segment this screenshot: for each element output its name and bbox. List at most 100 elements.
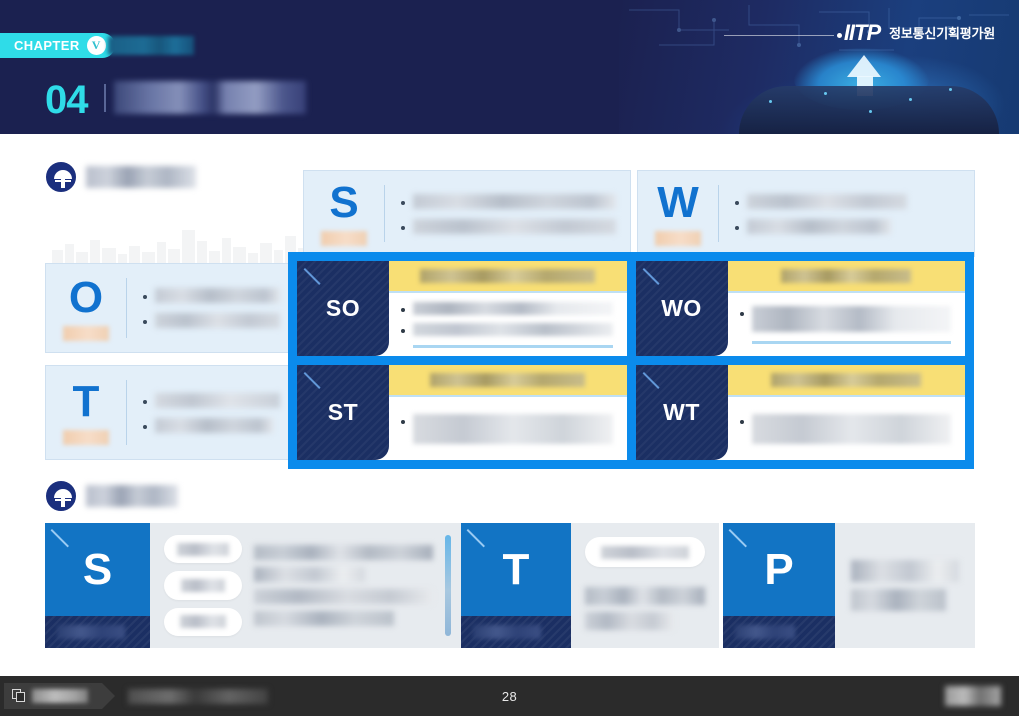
stp-text-line (254, 545, 433, 560)
strategy-title-bar (727, 261, 965, 291)
strategy-content (727, 395, 965, 460)
swot-letter: S (329, 178, 359, 227)
bullet-text (155, 392, 280, 408)
bullet-dot-icon (401, 307, 405, 312)
strategy-card-body (727, 365, 965, 460)
strategy-code-wo: WO (635, 261, 728, 356)
strategy-underline (751, 340, 951, 344)
stp-letter-col: P (723, 523, 835, 648)
strategy-title (430, 373, 586, 387)
bullet-item (739, 413, 951, 444)
stp-letter-col: S (45, 523, 150, 648)
swot-letter: O (68, 272, 104, 322)
upload-arrow-icon (847, 55, 881, 77)
stp-chip[interactable] (164, 571, 242, 600)
bullet-text (747, 193, 907, 209)
bullet-dot-icon (401, 225, 405, 230)
bullet-dot-icon (401, 200, 405, 205)
swot-letter: W (657, 178, 699, 227)
bullet-item (143, 392, 280, 408)
stp-footer (723, 616, 835, 648)
bullet-text (751, 305, 951, 332)
swot-label-chip (63, 430, 109, 445)
bullet-text (413, 301, 613, 315)
stp-scrollbar[interactable] (445, 535, 451, 636)
bullet-item (735, 218, 960, 234)
bullet-item (739, 305, 951, 332)
header-decorative-artwork (619, 0, 1019, 134)
swot-body (385, 171, 630, 256)
stp-body (571, 523, 719, 648)
bullet-text (413, 218, 616, 234)
swot-label-chip (63, 325, 109, 341)
page-number: 28 (501, 688, 518, 704)
stp-letter: S (45, 523, 150, 616)
slide-header: IITP 정보통신기획평가원 CHAPTER V 04 (0, 0, 1019, 134)
stp-text-line (254, 611, 394, 626)
stp-footer (461, 616, 571, 648)
bullet-dot-icon (735, 200, 739, 205)
stp-text-line (254, 589, 433, 604)
strategy-title (781, 269, 912, 283)
bullet-item (401, 413, 613, 444)
logo-divider-rule (724, 33, 842, 38)
strategy-code-wt: WT (635, 365, 728, 460)
stp-chip-label (601, 545, 689, 559)
strategy-card-st: ST (297, 365, 627, 460)
swot-heading-text (86, 166, 196, 188)
bullet-item (143, 313, 280, 328)
swot-letter-col: O (46, 264, 126, 352)
strategy-card-body (389, 365, 627, 460)
bullet-dot-icon (401, 419, 405, 424)
bullet-dot-icon (739, 311, 744, 316)
stp-footer-label (473, 625, 541, 639)
tree-badge-icon (46, 481, 76, 511)
swot-section-heading (46, 162, 196, 192)
bullet-text (751, 413, 951, 444)
swot-label-chip (321, 231, 367, 246)
stp-body (835, 523, 975, 648)
bullet-dot-icon (735, 225, 739, 230)
bullet-text (413, 193, 616, 209)
stp-chip[interactable] (164, 535, 242, 564)
iitp-logo-text: 정보통신기획평가원 (889, 25, 995, 41)
strategy-title (771, 373, 922, 387)
bullet-item (735, 193, 960, 209)
swot-cell-opportunities: O (45, 263, 295, 353)
stp-text-block (851, 541, 959, 630)
section-title (114, 81, 306, 114)
stp-text-line (254, 567, 365, 582)
strategy-card-body (727, 261, 965, 356)
strategy-content (389, 395, 627, 460)
bullet-item (401, 193, 616, 209)
status-right-label (945, 686, 1001, 706)
bullet-item (401, 301, 613, 315)
chapter-numeral: V (86, 36, 106, 55)
strategy-code-so: SO (297, 261, 389, 356)
stp-text-block (585, 583, 705, 634)
strategy-card-wt: WT (635, 365, 965, 460)
stp-chip-list (164, 535, 242, 636)
swot-cell-weaknesses: W (637, 170, 975, 257)
chapter-label: CHAPTER (14, 38, 80, 53)
iitp-logo-mark: IITP (843, 20, 881, 45)
bullet-text (155, 417, 273, 433)
tree-badge-icon (46, 162, 76, 192)
stp-chip[interactable] (585, 537, 705, 567)
swot-letter-col: T (46, 366, 126, 459)
strategy-title-bar (727, 365, 965, 395)
strategy-title (420, 269, 596, 283)
stp-heading-text (86, 485, 178, 507)
bullet-dot-icon (143, 424, 147, 429)
swot-body (127, 366, 294, 459)
swot-label-chip (655, 231, 701, 246)
header-divider (104, 84, 106, 112)
bullet-text (747, 218, 891, 234)
strategy-card-body (389, 261, 627, 356)
section-number: 04 (45, 78, 88, 122)
swot-letter-col: S (304, 171, 384, 256)
swot-body (127, 264, 294, 352)
stp-chip[interactable] (164, 607, 242, 636)
strategy-underline (413, 344, 613, 348)
stp-letter: P (723, 523, 835, 616)
